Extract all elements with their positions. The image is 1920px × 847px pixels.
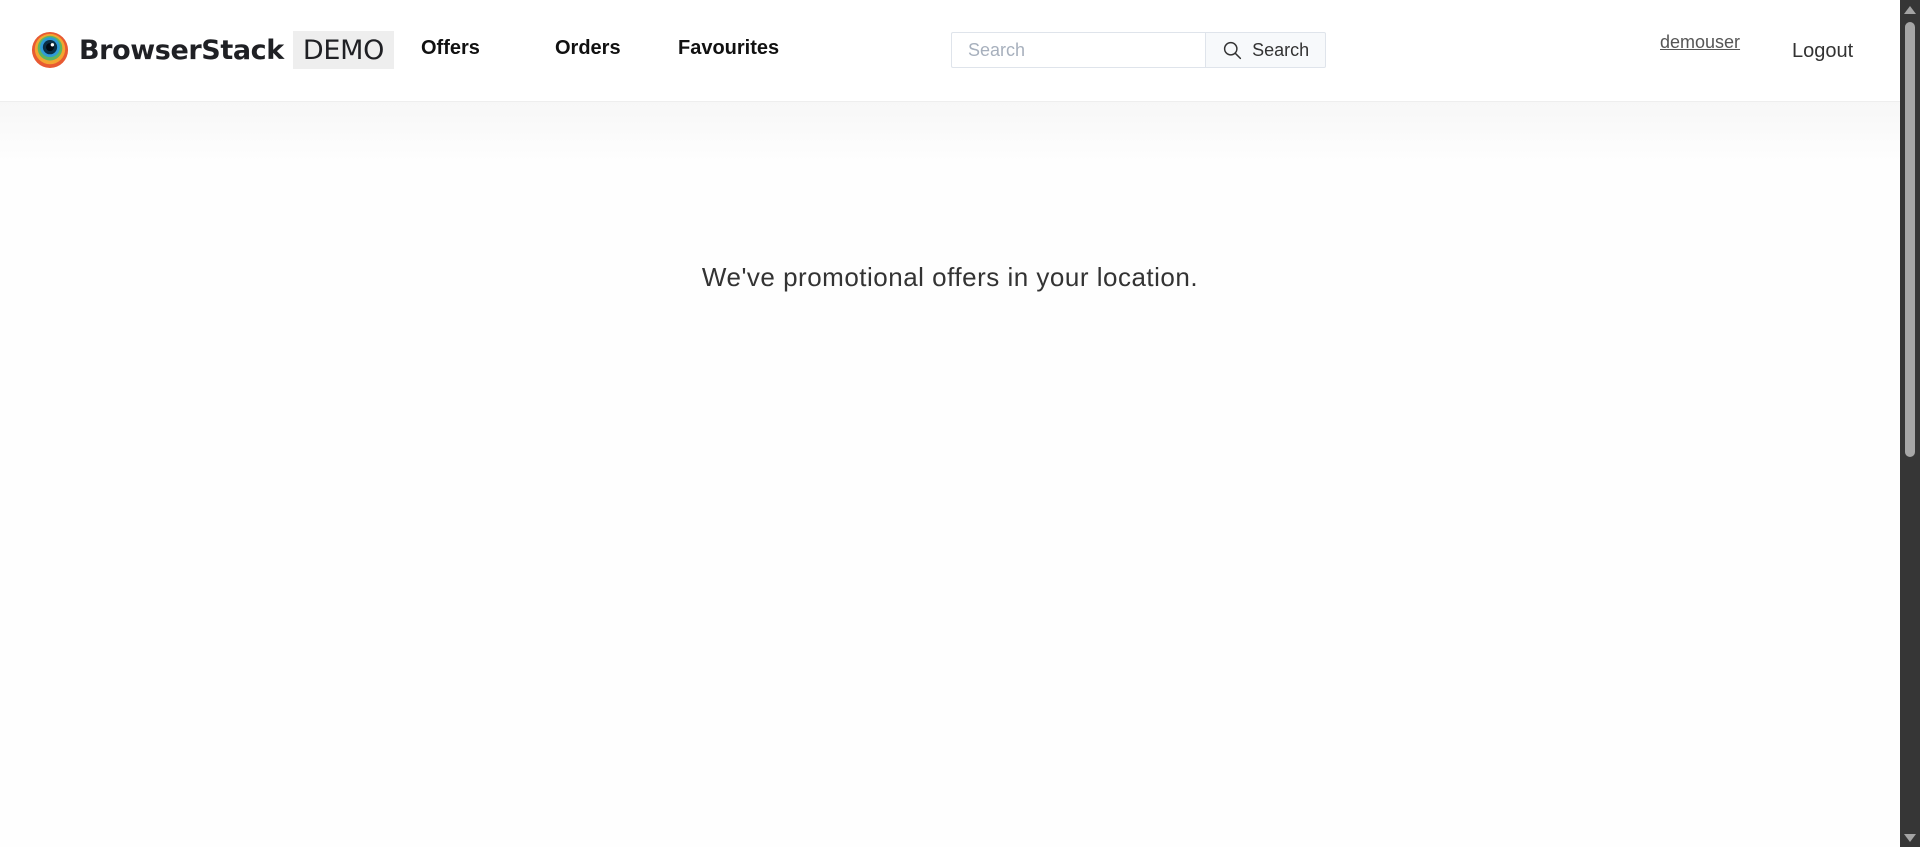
scroll-down-arrow-icon[interactable]: [1904, 834, 1916, 842]
browser-viewport: BrowserStack DEMO Offers Orders Favourit…: [0, 0, 1900, 847]
top-navigation-bar: BrowserStack DEMO Offers Orders Favourit…: [0, 0, 1900, 102]
nav-orders-link[interactable]: Orders: [555, 37, 621, 60]
promotional-offers-message: We've promotional offers in your locatio…: [701, 262, 1199, 292]
browserstack-eye-logo-icon: [31, 31, 69, 69]
search-button[interactable]: Search: [1205, 32, 1326, 68]
brand-name: BrowserStack: [79, 34, 284, 66]
search-button-label: Search: [1252, 39, 1310, 60]
brand-demo-badge: DEMO: [292, 31, 395, 69]
nav-favourites-link[interactable]: Favourites: [678, 37, 779, 60]
nav-offers-link[interactable]: Offers: [421, 37, 480, 60]
brand-logo-link[interactable]: BrowserStack DEMO: [31, 30, 395, 70]
page: BrowserStack DEMO Offers Orders Favourit…: [0, 0, 1920, 847]
scrollbar-thumb[interactable]: [1905, 22, 1915, 457]
search-form: Search: [951, 32, 1326, 68]
scroll-up-arrow-icon[interactable]: [1904, 6, 1916, 14]
logout-button[interactable]: Logout: [1792, 40, 1853, 63]
header-shadow-band: [0, 102, 1900, 164]
search-input[interactable]: [951, 32, 1206, 68]
search-icon: [1224, 41, 1242, 59]
username-link[interactable]: demouser: [1660, 32, 1740, 53]
vertical-scrollbar[interactable]: [1900, 0, 1920, 847]
